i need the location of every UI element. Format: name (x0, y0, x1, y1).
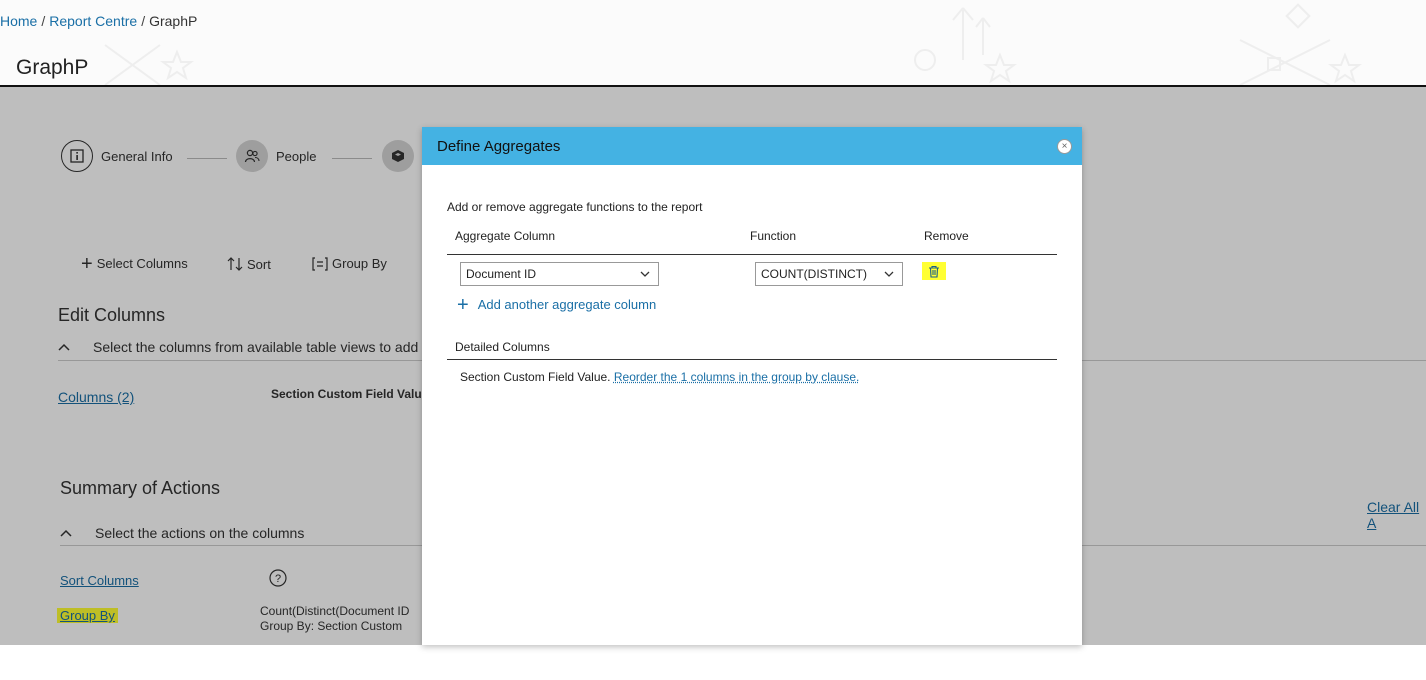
table-header-rule (447, 254, 1057, 255)
close-icon: × (1061, 140, 1068, 152)
page-header: Home / Report Centre / GraphP GraphP (0, 0, 1426, 85)
modal-intro: Add or remove aggregate functions to the… (447, 200, 703, 214)
trash-icon (929, 265, 939, 278)
close-button[interactable]: × (1057, 139, 1072, 154)
modal-header: Define Aggregates × (422, 127, 1082, 165)
header-aggregate-column: Aggregate Column (455, 229, 556, 243)
footer (0, 645, 1426, 680)
plus-icon: + (457, 293, 469, 316)
detailed-column-text: Section Custom Field Value. (460, 370, 611, 384)
aggregate-column-select[interactable]: Document ID (460, 262, 659, 286)
chevron-down-icon (884, 271, 894, 277)
page-title: GraphP (16, 56, 89, 79)
breadcrumb-home-link[interactable]: Home (0, 13, 37, 29)
reorder-columns-link[interactable]: Reorder the 1 columns in the group by cl… (614, 370, 859, 384)
breadcrumb: Home / Report Centre / GraphP (0, 13, 197, 29)
detailed-columns-header: Detailed Columns (455, 340, 550, 354)
remove-button[interactable] (922, 262, 946, 280)
detailed-columns-row: Section Custom Field Value. Reorder the … (460, 370, 859, 384)
breadcrumb-separator: / (141, 13, 146, 29)
define-aggregates-modal: Define Aggregates × Add or remove aggreg… (422, 127, 1082, 645)
detailed-rule (447, 359, 1057, 360)
chevron-down-icon (640, 271, 650, 277)
add-aggregate-link[interactable]: + Add another aggregate column (457, 293, 657, 316)
modal-title: Define Aggregates (437, 137, 561, 155)
breadcrumb-current: GraphP (149, 13, 198, 29)
header-decoration (104, 3, 1362, 85)
header-function: Function (750, 229, 797, 243)
add-aggregate-label: Add another aggregate column (477, 297, 657, 312)
breadcrumb-report-centre-link[interactable]: Report Centre (49, 13, 137, 29)
header-remove: Remove (924, 229, 969, 243)
breadcrumb-separator: / (41, 13, 46, 29)
aggregate-column-value: Document ID (466, 267, 537, 281)
function-value: COUNT(DISTINCT) (761, 267, 867, 281)
function-select[interactable]: COUNT(DISTINCT) (755, 262, 903, 286)
